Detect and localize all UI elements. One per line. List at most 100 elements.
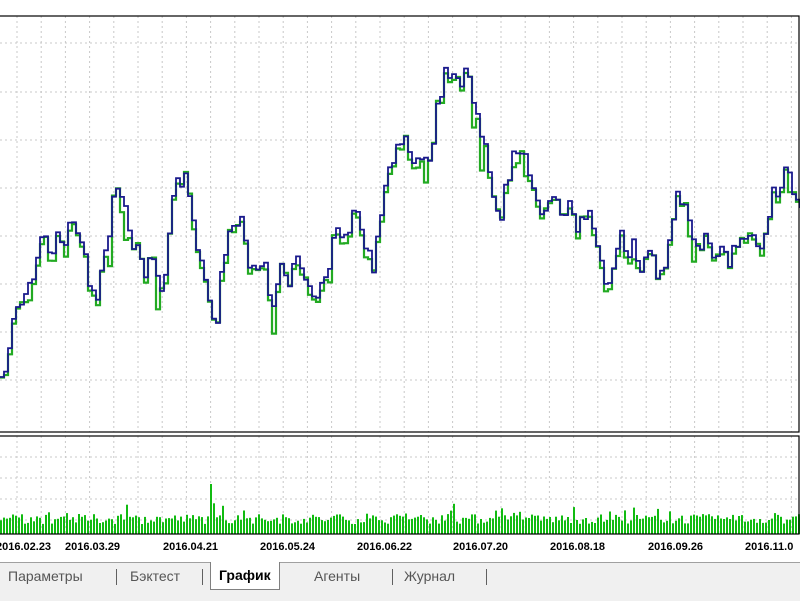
volume-bar: [759, 519, 761, 534]
volume-bar: [645, 515, 647, 534]
volume-bar: [153, 521, 155, 534]
tab-journal[interactable]: Журнал: [396, 563, 463, 589]
volume-bar: [237, 515, 239, 534]
volume-bar: [426, 519, 428, 534]
volume-bar: [621, 520, 623, 534]
volume-bar: [219, 515, 221, 534]
volume-bar: [303, 518, 305, 534]
volume-bar: [495, 510, 497, 534]
volume-bar: [756, 522, 758, 534]
volume-bar: [114, 523, 116, 534]
volume-bar: [258, 514, 260, 534]
x-axis-tick-label: 2016.08.18: [550, 541, 605, 553]
volume-bar: [393, 515, 395, 534]
volume-bar: [483, 522, 485, 534]
volume-bar: [609, 511, 611, 534]
main-panel-frame: [0, 15, 800, 433]
volume-bar: [9, 517, 11, 534]
volume-bar: [150, 520, 152, 534]
volume-bar: [144, 516, 146, 534]
volume-bar: [795, 516, 797, 534]
volume-bar: [729, 519, 731, 534]
volume-bar: [195, 519, 197, 534]
volume-bar: [66, 513, 68, 534]
volume-bar: [381, 520, 383, 534]
tab-backtest[interactable]: Бэктест: [122, 563, 188, 589]
volume-bar: [603, 521, 605, 534]
volume-bar: [414, 517, 416, 534]
volume-bar: [210, 484, 212, 534]
volume-bar: [693, 514, 695, 534]
volume-bar: [147, 522, 149, 534]
volume-bar: [675, 520, 677, 534]
volume-bar: [474, 514, 476, 534]
volume-bar: [723, 519, 725, 534]
tab-chart[interactable]: График: [210, 562, 280, 590]
volume-bar: [123, 519, 125, 534]
balance-series: [0, 66, 800, 378]
volume-bar: [705, 515, 707, 534]
tab-separator: [202, 569, 203, 585]
volume-bar: [33, 521, 35, 534]
volume-bar: [216, 517, 218, 534]
volume-bar: [93, 514, 95, 534]
volume-bar: [162, 522, 164, 534]
volume-bar: [324, 521, 326, 534]
volume-bar: [357, 519, 359, 534]
volume-bar: [402, 516, 404, 534]
volume-bar: [198, 516, 200, 534]
volume-bar: [186, 514, 188, 534]
volume-bar: [459, 523, 461, 534]
x-axis-tick-label: 2016.04.21: [163, 541, 218, 553]
volume-bar: [165, 518, 167, 534]
volume-bar: [441, 515, 443, 534]
volume-bar: [543, 516, 545, 534]
volume-bar: [234, 520, 236, 534]
volume-bar: [450, 510, 452, 534]
volume-bar: [201, 517, 203, 534]
volume-bar: [63, 516, 65, 534]
volume-bar: [255, 517, 257, 534]
volume-bar: [513, 512, 515, 534]
volume-bar: [159, 517, 161, 534]
volume-bar: [519, 511, 521, 534]
volume-bar: [378, 520, 380, 534]
volume-bar: [57, 518, 59, 534]
volume-bar: [390, 517, 392, 534]
volume-bar: [375, 516, 377, 534]
volume-bar: [42, 523, 44, 534]
volume-bar: [231, 523, 233, 534]
tab-separator: [392, 569, 393, 585]
volume-bar: [126, 504, 128, 534]
volume-bar: [105, 520, 107, 534]
volume-bar: [285, 517, 287, 534]
volume-bar: [636, 515, 638, 534]
volume-bar: [345, 520, 347, 534]
x-axis-tick-label: 2016.02.23: [0, 541, 51, 553]
backtest-chart-area: 2016.02.23 2016.03.29 2016.04.21 2016.05.24…: [0, 0, 800, 562]
volume-bar: [579, 523, 581, 534]
tester-tab-bar: Параметры Бэктест График Агенты Журнал: [0, 562, 800, 601]
balance-line: [0, 66, 800, 378]
volume-bar: [366, 513, 368, 534]
volume-bar: [333, 515, 335, 534]
volume-bar: [240, 519, 242, 534]
volume-bar: [447, 514, 449, 534]
volume-bar: [318, 517, 320, 534]
volume-bar: [627, 523, 629, 534]
volume-bar: [462, 517, 464, 534]
tab-agents[interactable]: Агенты: [306, 563, 368, 589]
volume-bar: [3, 517, 5, 534]
volume-bar: [597, 517, 599, 534]
volume-bar: [438, 523, 440, 534]
volume-bar: [696, 515, 698, 534]
volume-bar: [279, 523, 281, 534]
volume-bar: [264, 519, 266, 534]
tab-parameters[interactable]: Параметры: [0, 563, 91, 589]
volume-bar: [507, 519, 509, 534]
volume-bar: [489, 517, 491, 534]
volume-bar: [39, 517, 41, 534]
volume-bar: [471, 514, 473, 534]
volume-bar: [384, 522, 386, 534]
volume-bar: [138, 517, 140, 534]
